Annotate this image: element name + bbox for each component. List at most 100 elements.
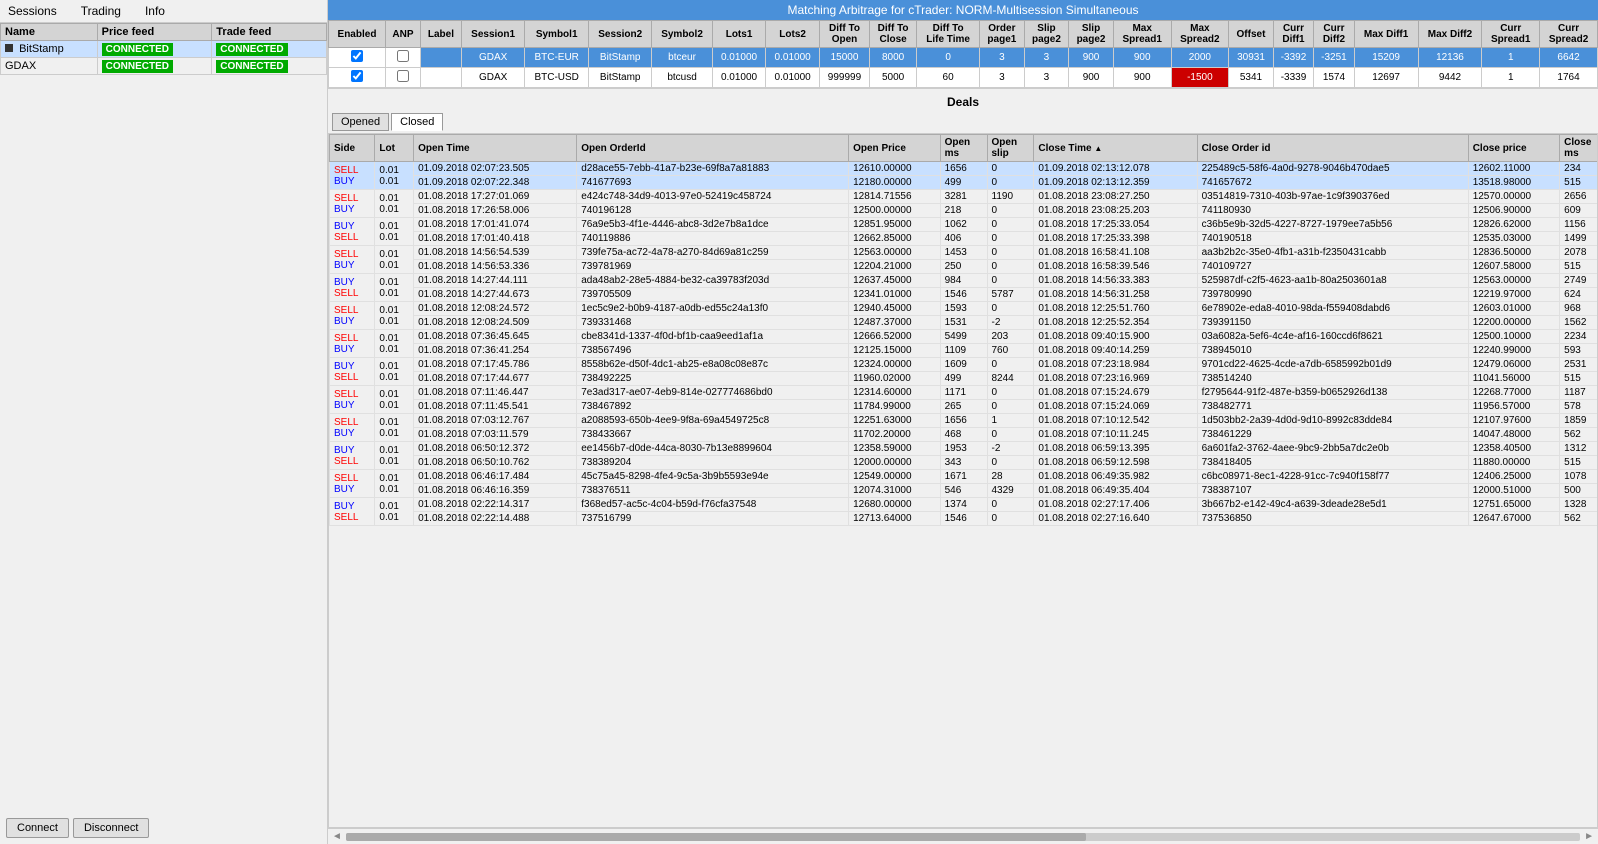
- deals-row-sub-0[interactable]: 01.09.2018 02:07:22.348 741677693 12180.…: [330, 176, 1598, 190]
- deals-row-6[interactable]: SELL BUY 0.010.01 01.08.2018 07:36:45.64…: [330, 330, 1598, 344]
- deal-open-time2: 01.08.2018 17:26:58.006: [414, 204, 577, 218]
- row1-lots2: 0.01000: [766, 48, 820, 68]
- deals-row-5[interactable]: SELL BUY 0.010.01 01.08.2018 12:08:24.57…: [330, 302, 1598, 316]
- deals-row-9[interactable]: SELL BUY 0.010.01 01.08.2018 07:03:12.76…: [330, 414, 1598, 428]
- deal-open-ms2: 1109: [940, 344, 987, 358]
- deals-row-sub-5[interactable]: 01.08.2018 12:08:24.509 739331468 12487.…: [330, 316, 1598, 330]
- deals-row-sub-9[interactable]: 01.08.2018 07:03:11.579 738433667 11702.…: [330, 428, 1598, 442]
- deal-side: SELL BUY: [330, 414, 375, 442]
- deals-row-8[interactable]: SELL BUY 0.010.01 01.08.2018 07:11:46.44…: [330, 386, 1598, 400]
- deals-row-2[interactable]: BUY SELL 0.010.01 01.08.2018 17:01:41.07…: [330, 218, 1598, 232]
- row2-max-spread2: -1500: [1171, 68, 1229, 88]
- deals-col-open-price: Open Price: [849, 135, 940, 162]
- deals-row-4[interactable]: BUY SELL 0.010.01 01.08.2018 14:27:44.11…: [330, 274, 1598, 288]
- disconnect-button[interactable]: Disconnect: [73, 818, 149, 838]
- deals-row-11[interactable]: SELL BUY 0.010.01 01.08.2018 06:46:17.48…: [330, 470, 1598, 484]
- deal-open-ms2: 499: [940, 176, 987, 190]
- deals-row-sub-4[interactable]: 01.08.2018 14:27:44.673 739705509 12341.…: [330, 288, 1598, 302]
- deal-close-time1: 01.08.2018 02:27:17.406: [1034, 498, 1197, 512]
- col-diff-close: Diff ToClose: [870, 21, 917, 48]
- col-session1: Session1: [462, 21, 525, 48]
- deals-col-open-time[interactable]: Open Time: [414, 135, 577, 162]
- deals-row-1[interactable]: SELL BUY 0.010.01 01.08.2018 17:27:01.06…: [330, 190, 1598, 204]
- top-grid: Enabled ANP Label Session1 Symbol1 Sessi…: [328, 20, 1598, 88]
- row2-anp[interactable]: [385, 68, 420, 88]
- menu-trading[interactable]: Trading: [77, 2, 125, 20]
- deal-open-time1: 01.08.2018 12:08:24.572: [414, 302, 577, 316]
- col-curr-diff1: CurrDiff1: [1273, 21, 1313, 48]
- row2-lots2: 0.01000: [766, 68, 820, 88]
- deal-open-slip1: 0: [987, 386, 1034, 400]
- tab-closed[interactable]: Closed: [391, 113, 443, 131]
- deal-close-orderid1: 6e78902e-eda8-4010-98da-f559408dabd6: [1197, 302, 1468, 316]
- row2-session2: BitStamp: [589, 68, 652, 88]
- grid-row-1[interactable]: GDAX BTC-EUR BitStamp btceur 0.01000 0.0…: [329, 48, 1598, 68]
- sessions-col-name: Name: [1, 24, 98, 41]
- deal-side: SELL BUY: [330, 190, 375, 218]
- session-row-gdax[interactable]: GDAX CONNECTED CONNECTED: [1, 58, 327, 75]
- deal-close-price2: 11880.00000: [1468, 456, 1559, 470]
- deal-close-time1: 01.08.2018 12:25:51.760: [1034, 302, 1197, 316]
- deals-row-sub-7[interactable]: 01.08.2018 07:17:44.677 738492225 11960.…: [330, 372, 1598, 386]
- deal-close-price2: 14047.48000: [1468, 428, 1559, 442]
- deal-close-time2: 01.08.2018 12:25:52.354: [1034, 316, 1197, 330]
- deal-open-time2: 01.08.2018 02:22:14.488: [414, 512, 577, 526]
- deal-open-time2: 01.08.2018 06:50:10.762: [414, 456, 577, 470]
- deals-row-7[interactable]: BUY SELL 0.010.01 01.08.2018 07:17:45.78…: [330, 358, 1598, 372]
- deal-close-ms2: 593: [1560, 344, 1598, 358]
- row2-max-diff2: 9442: [1418, 68, 1482, 88]
- deal-open-orderid2: 739781969: [577, 260, 849, 274]
- deal-open-orderid2: 738492225: [577, 372, 849, 386]
- menu-info[interactable]: Info: [141, 2, 169, 20]
- deal-open-orderid2: 740119886: [577, 232, 849, 246]
- deal-close-orderid2: 739780990: [1197, 288, 1468, 302]
- deals-row-sub-10[interactable]: 01.08.2018 06:50:10.762 738389204 12000.…: [330, 456, 1598, 470]
- deal-side: SELL BUY: [330, 470, 375, 498]
- deal-close-price2: 12000.51000: [1468, 484, 1559, 498]
- deals-row-sub-6[interactable]: 01.08.2018 07:36:41.254 738567496 12125.…: [330, 344, 1598, 358]
- deals-row-sub-2[interactable]: 01.08.2018 17:01:40.418 740119886 12662.…: [330, 232, 1598, 246]
- row1-diff-lifetime: 0: [917, 48, 980, 68]
- row2-enabled[interactable]: [329, 68, 386, 88]
- deals-row-sub-3[interactable]: 01.08.2018 14:56:53.336 739781969 12204.…: [330, 260, 1598, 274]
- deals-row-12[interactable]: BUY SELL 0.010.01 01.08.2018 02:22:14.31…: [330, 498, 1598, 512]
- row1-max-spread2: 2000: [1171, 48, 1229, 68]
- deal-open-ms1: 1374: [940, 498, 987, 512]
- deal-close-price2: 12219.97000: [1468, 288, 1559, 302]
- deals-row-sub-1[interactable]: 01.08.2018 17:26:58.006 740196128 12500.…: [330, 204, 1598, 218]
- connect-button[interactable]: Connect: [6, 818, 69, 838]
- col-diff-open: Diff ToOpen: [819, 21, 869, 48]
- deals-row-10[interactable]: BUY SELL 0.010.01 01.08.2018 06:50:12.37…: [330, 442, 1598, 456]
- deal-close-price2: 12647.67000: [1468, 512, 1559, 526]
- session-row-bitstamp[interactable]: BitStamp CONNECTED CONNECTED: [1, 41, 327, 58]
- deal-close-ms2: 500: [1560, 484, 1598, 498]
- deal-close-ms1: 1328: [1560, 498, 1598, 512]
- deals-col-close-time[interactable]: Close Time ▲: [1034, 135, 1197, 162]
- deal-close-orderid1: 6a601fa2-3762-4aee-9bc9-2bb5a7dc2e0b: [1197, 442, 1468, 456]
- deal-close-price1: 12358.40500: [1468, 442, 1559, 456]
- deal-open-price1: 12324.00000: [849, 358, 940, 372]
- bottom-scrollbar[interactable]: ◄ ►: [328, 828, 1598, 844]
- row1-max-spread1: 900: [1113, 48, 1171, 68]
- row1-anp[interactable]: [385, 48, 420, 68]
- deal-open-slip1: 0: [987, 162, 1034, 176]
- scroll-indicator: ◄: [332, 831, 342, 842]
- grid-row-2[interactable]: GDAX BTC-USD BitStamp btcusd 0.01000 0.0…: [329, 68, 1598, 88]
- deal-close-ms2: 515: [1560, 176, 1598, 190]
- deal-open-price1: 12610.00000: [849, 162, 940, 176]
- row1-enabled[interactable]: [329, 48, 386, 68]
- deal-close-orderid2: 738418405: [1197, 456, 1468, 470]
- deals-row-3[interactable]: SELL BUY 0.010.01 01.08.2018 14:56:54.53…: [330, 246, 1598, 260]
- deals-table-container[interactable]: Side Lot Open Time Open OrderId Open Pri…: [328, 133, 1598, 828]
- deal-open-orderid2: 739331468: [577, 316, 849, 330]
- deals-row-sub-8[interactable]: 01.08.2018 07:11:45.541 738467892 11784.…: [330, 400, 1598, 414]
- deals-row-0[interactable]: SELL BUY 0.010.01 01.09.2018 02:07:23.50…: [330, 162, 1598, 176]
- tab-opened[interactable]: Opened: [332, 113, 389, 131]
- col-slip-page2a: Slippage2: [1024, 21, 1069, 48]
- deals-row-sub-11[interactable]: 01.08.2018 06:46:16.359 738376511 12074.…: [330, 484, 1598, 498]
- row1-diff-close: 8000: [870, 48, 917, 68]
- menu-sessions[interactable]: Sessions: [4, 2, 61, 20]
- deal-open-slip2: 0: [987, 428, 1034, 442]
- deal-open-price2: 12341.01000: [849, 288, 940, 302]
- deals-row-sub-12[interactable]: 01.08.2018 02:22:14.488 737516799 12713.…: [330, 512, 1598, 526]
